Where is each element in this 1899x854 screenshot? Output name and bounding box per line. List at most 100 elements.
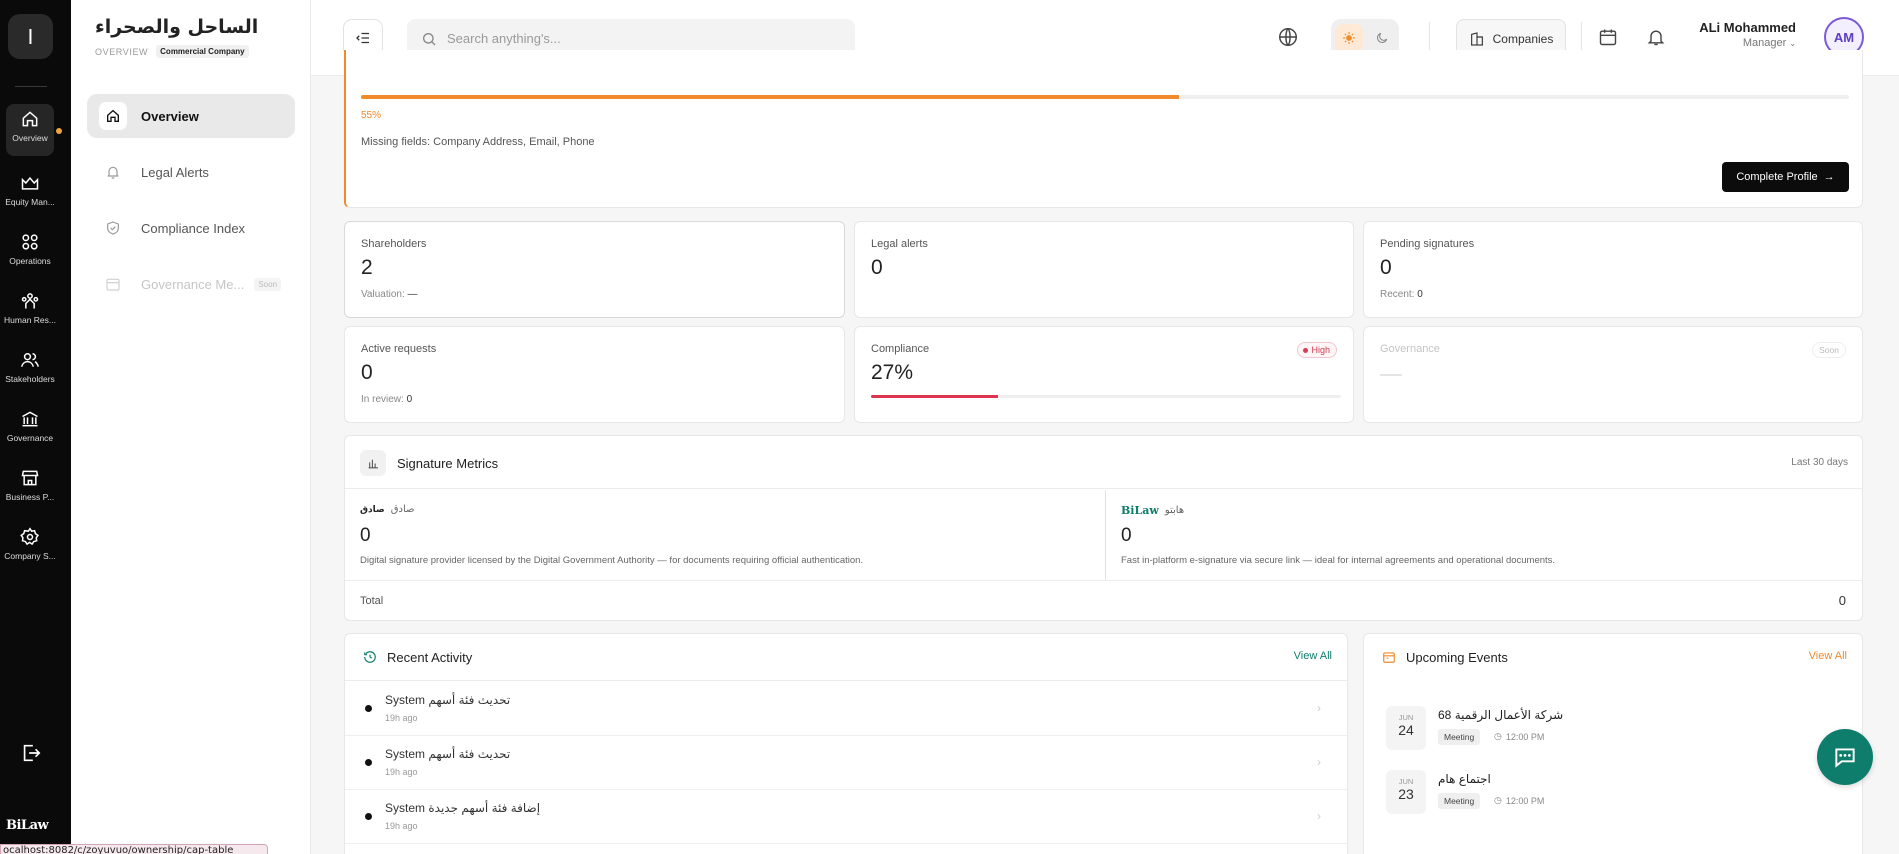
nav-item-legal-alerts[interactable]: Legal Alerts (87, 150, 295, 194)
recent-activity-title: Recent Activity (387, 650, 473, 665)
chevron-right-icon: › (1317, 755, 1321, 769)
signature-total-row: Total 0 (345, 580, 1862, 622)
stat-card-active-requests[interactable]: Active requests 0 In review: 0 (344, 326, 845, 423)
home-icon (99, 102, 127, 130)
compliance-progress-bar (871, 395, 1341, 398)
compliance-progress-fill (871, 395, 998, 398)
gear-icon (20, 527, 39, 546)
history-icon (364, 651, 376, 663)
rail-item-stakeholders[interactable]: Stakeholders (0, 345, 60, 397)
stat-card-pending-signatures[interactable]: Pending signatures 0 Recent: 0 (1363, 221, 1863, 318)
rail-item-human-resources[interactable]: Human Res... (0, 286, 60, 338)
soon-badge: Soon (254, 277, 282, 291)
total-label: Total (360, 595, 384, 607)
activity-time: 19h ago (385, 713, 418, 723)
rail-item-overview[interactable]: Overview (6, 104, 54, 156)
calendar-icon (1383, 652, 1395, 663)
provider-description: Digital signature provider licensed by t… (360, 555, 864, 566)
event-title: شركة الأعمال الرقمية 68 (1438, 708, 1564, 722)
rail-item-equity[interactable]: Equity Man... (0, 168, 60, 220)
calendar-icon[interactable] (1598, 27, 1618, 47)
logout-icon[interactable] (20, 742, 42, 764)
activity-row[interactable]: System تحديث فئة أسهم 19h ago › (345, 736, 1347, 790)
activity-dot (365, 813, 372, 820)
rail-item-label: Business P... (5, 492, 55, 502)
stat-value: 2 (361, 256, 373, 279)
event-item[interactable]: JUN 23 اجتماع هام Meeting ◷ 12:00 PM (1386, 770, 1786, 818)
nav-item-overview[interactable]: Overview (87, 94, 295, 138)
clock-icon: ◷ (1494, 731, 1502, 741)
profile-progress-fill (361, 95, 1180, 99)
event-item[interactable]: JUN 24 شركة الأعمال الرقمية 68 Meeting ◷… (1386, 706, 1786, 754)
user-menu[interactable]: ALi Mohammed Manager ⌄ (1691, 20, 1796, 49)
clock-icon: ◷ (1494, 795, 1502, 805)
profile-completion-card: 55% Missing fields: Company Address, Ema… (344, 50, 1863, 208)
events-view-all-link[interactable]: View All (1809, 650, 1847, 662)
search-icon (423, 32, 436, 45)
stat-value: 0 (871, 256, 883, 279)
activity-row[interactable]: System تحديث فئة أسهم 19h ago › (345, 682, 1347, 736)
activity-view-all-link[interactable]: View All (1294, 650, 1332, 662)
complete-profile-button[interactable]: Complete Profile → (1722, 162, 1849, 192)
collapse-icon (356, 32, 369, 44)
stat-label: Pending signatures (1380, 238, 1475, 250)
total-value: 0 (1838, 593, 1846, 608)
provider-count: 0 (360, 525, 371, 546)
breadcrumb-item[interactable]: OVERVIEW (95, 47, 148, 57)
rail-item-label: Governance (6, 433, 54, 443)
upcoming-events-header: Upcoming Events View All (1364, 634, 1862, 681)
search-input[interactable] (447, 31, 827, 46)
profile-progress-bar (361, 95, 1849, 99)
event-date: JUN 23 (1386, 770, 1426, 814)
company-type-badge: Commercial Company (156, 45, 249, 58)
stat-sub: Valuation: — (361, 289, 418, 300)
grid-icon (22, 234, 38, 250)
missing-fields-text: Missing fields: Company Address, Email, … (361, 136, 595, 148)
bell-alert-icon (99, 158, 127, 186)
provider-name: هابتو (1164, 505, 1185, 516)
rail-item-label: Company S... (4, 551, 56, 561)
stat-card-shareholders[interactable]: Shareholders 2 Valuation: — (344, 221, 845, 318)
calendar-icon (99, 270, 127, 298)
nav-item-label: Governance Me... (141, 276, 245, 292)
people-icon (21, 293, 39, 309)
chevron-down-icon: ⌄ (1789, 39, 1796, 48)
nav-item-label: Legal Alerts (141, 164, 209, 180)
signature-metrics-title: Signature Metrics (397, 456, 499, 471)
signature-metrics-header: Signature Metrics Last 30 days (345, 436, 1862, 489)
moon-icon[interactable] (1369, 25, 1395, 51)
crown-icon (21, 176, 39, 190)
stat-card-compliance[interactable]: Compliance High 27% (854, 326, 1354, 423)
arrow-right-icon: → (1823, 171, 1835, 183)
rail-item-business-partners[interactable]: Business P... (0, 463, 60, 515)
profile-progress-text: 55% (361, 110, 382, 121)
section-sidebar: الساحل والصحراء OVERVIEW Commercial Comp… (71, 0, 311, 854)
stat-label: Shareholders (361, 238, 427, 250)
store-icon (21, 470, 39, 486)
provider-description: Fast in-platform e-signature via secure … (1121, 555, 1556, 566)
rail-item-operations[interactable]: Operations (0, 227, 60, 279)
stat-sub: Recent: 0 (1380, 289, 1423, 300)
building-icon (1470, 31, 1483, 46)
rail-item-governance[interactable]: Governance (0, 404, 60, 456)
rail-item-label: Overview (12, 133, 48, 143)
sun-icon[interactable] (1335, 24, 1363, 52)
activity-row[interactable]: System إضافة فئة أسهم جديدة 19h ago › (345, 790, 1347, 844)
workspace-logo[interactable]: I (8, 14, 53, 59)
chevron-right-icon: › (1317, 701, 1321, 715)
chat-support-button[interactable] (1817, 729, 1873, 785)
chevron-right-icon: › (1317, 809, 1321, 823)
rail-item-label: Stakeholders (5, 374, 55, 384)
complete-profile-label: Complete Profile (1736, 171, 1818, 183)
companies-label: Companies (1492, 31, 1554, 46)
stat-value: 27% (871, 361, 914, 384)
language-globe-icon[interactable] (1277, 26, 1299, 48)
bell-icon[interactable] (1646, 27, 1666, 47)
stat-label: Active requests (361, 343, 437, 355)
stat-card-legal-alerts[interactable]: Legal alerts 0 (854, 221, 1354, 318)
nav-item-compliance-index[interactable]: Compliance Index (87, 206, 295, 250)
sadiq-logo: صادق (360, 504, 385, 515)
rail-item-company-settings[interactable]: Company S... (0, 522, 60, 574)
status-bar-url: ocalhost:8082/c/zoyuvuo/ownership/cap-ta… (0, 844, 268, 854)
nav-item-label: Compliance Index (141, 220, 246, 236)
